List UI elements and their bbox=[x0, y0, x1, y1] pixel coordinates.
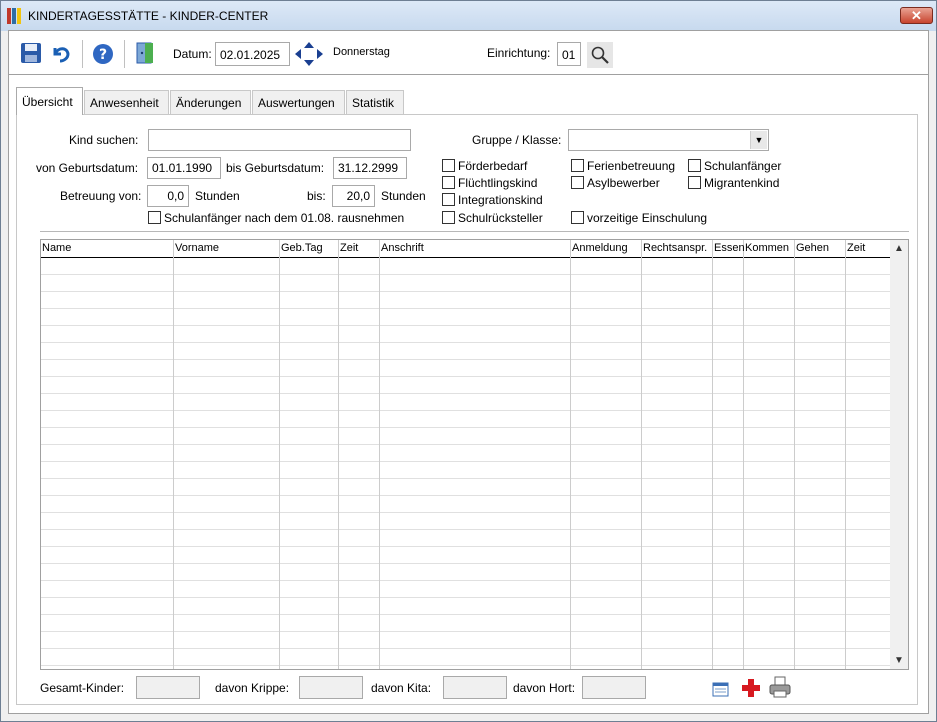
gruppe-klasse-select[interactable]: ▼ bbox=[568, 129, 769, 151]
toolbar-separator bbox=[124, 40, 125, 68]
column-header-zeit[interactable]: Zeit bbox=[340, 242, 358, 254]
schulanfaenger-label: Schulanfänger bbox=[704, 159, 782, 173]
window-title: KINDERTAGESSTÄTTE - KINDER-CENTER bbox=[28, 9, 269, 23]
kind-suchen-input[interactable] bbox=[148, 129, 411, 151]
svg-text:?: ? bbox=[99, 47, 107, 63]
printer-icon[interactable] bbox=[768, 675, 792, 699]
vorzeitige-einschulung-label: vorzeitige Einschulung bbox=[587, 211, 708, 225]
bis-geburtsdatum-label: bis Geburtsdatum: bbox=[226, 161, 325, 175]
gesamt-kinder-label: Gesamt-Kinder: bbox=[40, 681, 125, 695]
column-header-vorname[interactable]: Vorname bbox=[175, 242, 219, 254]
save-icon[interactable] bbox=[19, 41, 43, 65]
exit-door-icon[interactable] bbox=[133, 41, 157, 65]
tab-auswertungen[interactable]: Auswertungen bbox=[252, 90, 345, 114]
datum-field[interactable]: 02.01.2025 bbox=[215, 42, 290, 66]
toolbar-separator bbox=[82, 40, 83, 68]
column-header-anschrift[interactable]: Anschrift bbox=[381, 242, 424, 254]
tab-anwesenheit[interactable]: Anwesenheit bbox=[84, 90, 169, 114]
column-header-essen[interactable]: Essen bbox=[714, 242, 745, 254]
gruppe-klasse-label: Gruppe / Klasse: bbox=[472, 133, 562, 147]
integrationskind-checkbox[interactable] bbox=[442, 193, 455, 206]
help-icon[interactable]: ? bbox=[91, 42, 115, 66]
tab-statistik[interactable]: Statistik bbox=[346, 90, 404, 114]
gesamt-kinder-field bbox=[136, 676, 200, 699]
children-table[interactable]: Name Vorname Geb.Tag Zeit Anschrift Anme… bbox=[40, 239, 909, 670]
stunden-label: Stunden bbox=[195, 189, 240, 203]
column-header-zeit-2[interactable]: Zeit bbox=[847, 242, 865, 254]
scroll-down-icon[interactable]: ▼ bbox=[894, 655, 904, 666]
tab-aenderungen[interactable]: Änderungen bbox=[170, 90, 251, 114]
ferienbetreuung-label: Ferienbetreuung bbox=[587, 159, 676, 173]
fluechtlingskind-label: Flüchtlingskind bbox=[458, 176, 538, 190]
bis-label: bis: bbox=[307, 189, 326, 203]
integrationskind-label: Integrationskind bbox=[458, 193, 543, 207]
list-details-icon[interactable] bbox=[709, 677, 733, 701]
add-plus-icon[interactable] bbox=[739, 676, 763, 700]
davon-hort-field bbox=[582, 676, 646, 699]
migrantenkind-label: Migrantenkind bbox=[704, 176, 780, 190]
schulrueckstellter-checkbox[interactable] bbox=[442, 211, 455, 224]
scroll-up-icon[interactable]: ▲ bbox=[894, 243, 904, 254]
schulrueckstellter-label: Schulrücksteller bbox=[458, 211, 543, 225]
migrantenkind-checkbox[interactable] bbox=[688, 176, 701, 189]
bis-geburtsdatum-field[interactable]: 31.12.2999 bbox=[333, 157, 407, 179]
date-navigation-arrows-icon[interactable] bbox=[294, 41, 324, 67]
column-header-name[interactable]: Name bbox=[42, 242, 71, 254]
table-gridlines bbox=[41, 240, 891, 669]
von-geburtsdatum-label: von Geburtsdatum: bbox=[36, 161, 139, 175]
davon-krippe-field bbox=[299, 676, 363, 699]
einrichtung-field[interactable]: 01 bbox=[557, 42, 581, 66]
column-header-kommen[interactable]: Kommen bbox=[745, 242, 789, 254]
toolbar-divider bbox=[9, 74, 928, 75]
fluechtlingskind-checkbox[interactable] bbox=[442, 176, 455, 189]
search-icon[interactable] bbox=[587, 42, 613, 68]
column-header-rechtsanspruch[interactable]: Rechtsanspr. bbox=[643, 242, 707, 254]
schulanfaenger-nach-label: Schulanfänger nach dem 01.08. rausnehmen bbox=[164, 211, 405, 225]
betreuung-von-field[interactable]: 0,0 bbox=[147, 185, 189, 207]
von-geburtsdatum-field[interactable]: 01.01.1990 bbox=[147, 157, 221, 179]
ferienbetreuung-checkbox[interactable] bbox=[571, 159, 584, 172]
asylbewerber-checkbox[interactable] bbox=[571, 176, 584, 189]
column-header-anmeldung[interactable]: Anmeldung bbox=[572, 242, 628, 254]
einrichtung-label: Einrichtung: bbox=[487, 46, 551, 60]
schulanfaenger-checkbox[interactable] bbox=[688, 159, 701, 172]
stunden-label: Stunden bbox=[381, 189, 426, 203]
column-header-gehen[interactable]: Gehen bbox=[796, 242, 829, 254]
davon-hort-label: davon Hort: bbox=[513, 681, 576, 695]
vorzeitige-einschulung-checkbox[interactable] bbox=[571, 211, 584, 224]
vertical-scrollbar[interactable]: ▲ ▼ bbox=[890, 240, 908, 669]
tab-uebersicht[interactable]: Übersicht bbox=[16, 87, 83, 115]
betreuung-von-label: Betreuung von: bbox=[60, 189, 142, 203]
column-header-geb-tag[interactable]: Geb.Tag bbox=[281, 242, 323, 254]
davon-kita-field bbox=[443, 676, 507, 699]
datum-label: Datum: bbox=[173, 47, 212, 61]
close-button[interactable]: ✕ bbox=[900, 7, 933, 24]
foerderbedarf-checkbox[interactable] bbox=[442, 159, 455, 172]
betreuung-bis-field[interactable]: 20,0 bbox=[332, 185, 375, 207]
app-icon bbox=[7, 8, 23, 24]
chevron-down-icon[interactable]: ▼ bbox=[750, 131, 767, 149]
davon-kita-label: davon Kita: bbox=[371, 681, 432, 695]
filter-divider bbox=[40, 231, 909, 232]
kind-suchen-label: Kind suchen: bbox=[69, 133, 139, 147]
undo-icon[interactable] bbox=[49, 41, 73, 65]
davon-krippe-label: davon Krippe: bbox=[215, 681, 290, 695]
title-bar[interactable]: KINDERTAGESSTÄTTE - KINDER-CENTER ✕ bbox=[1, 1, 936, 31]
foerderbedarf-label: Förderbedarf bbox=[458, 159, 528, 173]
schulanfaenger-nach-checkbox[interactable] bbox=[148, 211, 161, 224]
asylbewerber-label: Asylbewerber bbox=[587, 176, 660, 190]
weekday-label: Donnerstag bbox=[333, 46, 390, 58]
